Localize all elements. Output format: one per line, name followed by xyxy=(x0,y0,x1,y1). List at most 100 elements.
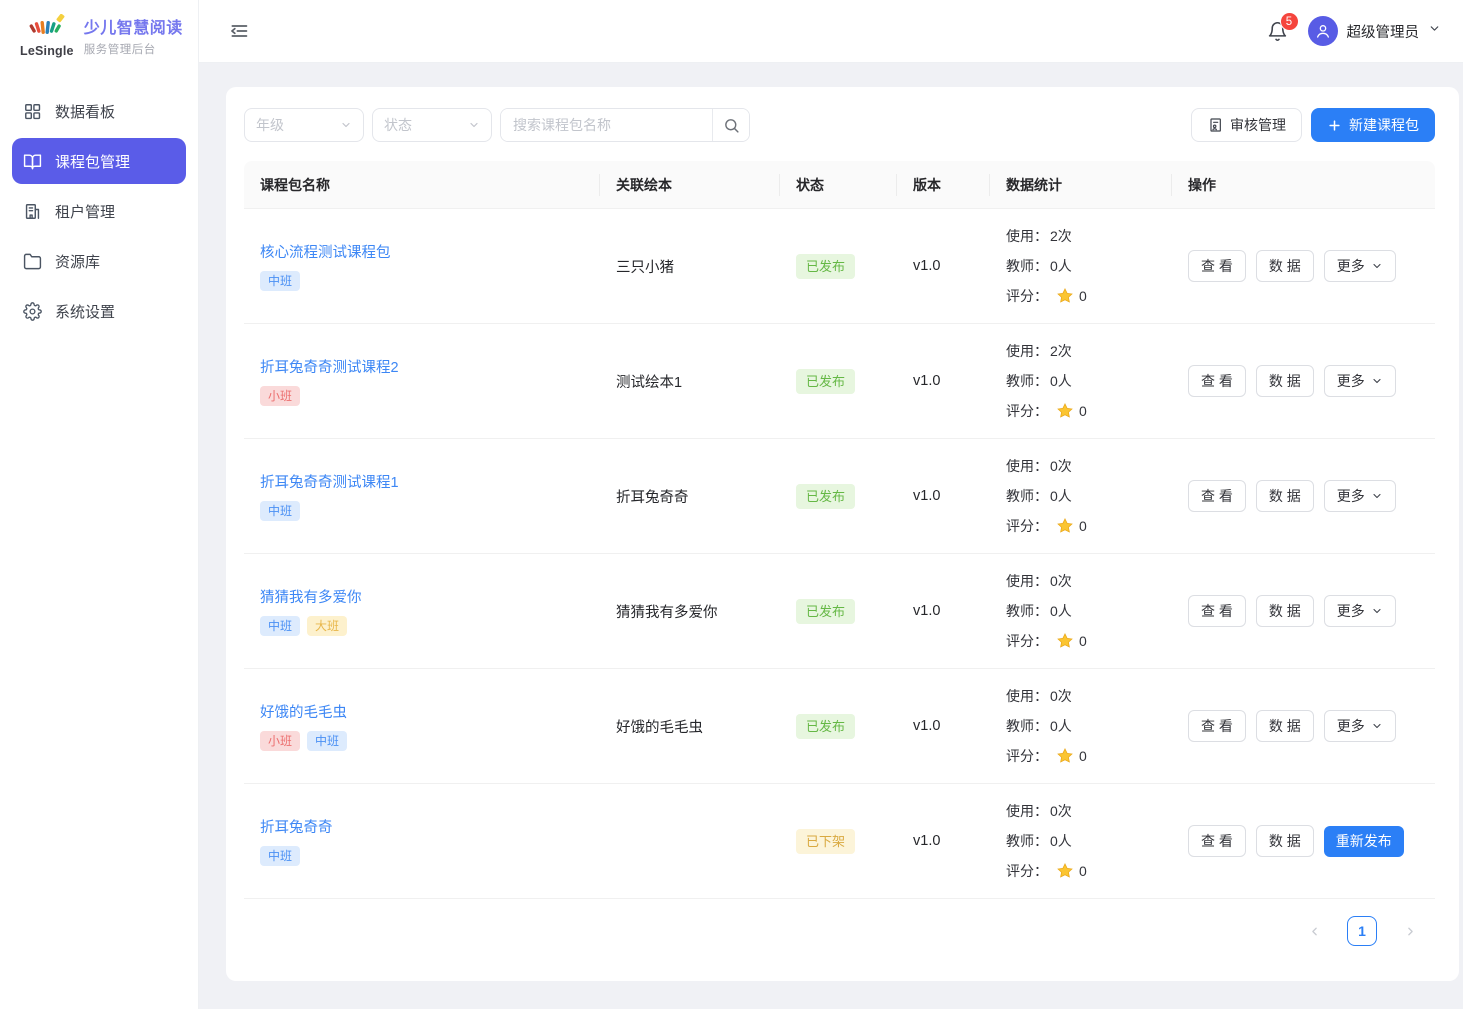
user-menu[interactable]: 超级管理员 xyxy=(1308,16,1442,46)
search-input[interactable] xyxy=(501,109,712,141)
column-header-actions: 操作 xyxy=(1172,161,1435,208)
more-button-label: 更多 xyxy=(1337,371,1365,391)
menu-fold-icon[interactable] xyxy=(225,17,253,45)
data-button[interactable]: 数 据 xyxy=(1256,825,1314,857)
data-button[interactable]: 数 据 xyxy=(1256,710,1314,742)
data-button[interactable]: 数 据 xyxy=(1256,250,1314,282)
actions-cell: 查 看 数 据 更多 xyxy=(1172,365,1435,397)
package-name-link[interactable]: 核心流程测试课程包 xyxy=(260,241,391,262)
column-header-stats: 数据统计 xyxy=(990,161,1172,208)
column-header-status: 状态 xyxy=(780,161,897,208)
usage-value: 2次 xyxy=(1050,337,1072,366)
notification-bell-icon[interactable]: 5 xyxy=(1266,19,1290,43)
chevron-down-icon xyxy=(340,119,352,131)
teacher-value: 0人 xyxy=(1050,367,1072,396)
chevron-down-icon xyxy=(1371,605,1383,617)
data-button[interactable]: 数 据 xyxy=(1256,365,1314,397)
view-button[interactable]: 查 看 xyxy=(1188,710,1246,742)
stats-cell: 使用：2次 教师：0人 评分： 0 xyxy=(990,222,1172,311)
actions-cell: 查 看 数 据 重新发布 xyxy=(1172,825,1435,857)
chevron-down-icon xyxy=(468,119,480,131)
package-name-link[interactable]: 好饿的毛毛虫 xyxy=(260,701,347,722)
status-badge: 已发布 xyxy=(796,254,855,279)
actions-cell: 查 看 数 据 更多 xyxy=(1172,595,1435,627)
package-name-link[interactable]: 折耳兔奇奇 xyxy=(260,816,333,837)
page-number-current[interactable]: 1 xyxy=(1347,916,1377,946)
previous-page-icon[interactable] xyxy=(1301,918,1327,944)
stats-cell: 使用：0次 教师：0人 评分： 0 xyxy=(990,797,1172,886)
table-row: 折耳兔奇奇测试课程2 小班 测试绘本1 已发布 v1.0 使用：2次 教师：0人… xyxy=(244,324,1435,439)
sidebar: LeSingle 少儿智慧阅读 服务管理后台 数据看板 xyxy=(0,0,199,1009)
data-button-label: 数 据 xyxy=(1269,371,1301,391)
data-button[interactable]: 数 据 xyxy=(1256,480,1314,512)
teacher-label: 教师： xyxy=(1006,597,1048,626)
more-button[interactable]: 更多 xyxy=(1324,250,1396,282)
table-row: 折耳兔奇奇 中班 已下架 v1.0 使用：0次 教师：0人 评分： 0 查 看 … xyxy=(244,784,1435,899)
next-page-icon[interactable] xyxy=(1397,918,1423,944)
status-badge: 已发布 xyxy=(796,484,855,509)
gear-icon xyxy=(22,301,42,321)
teacher-label: 教师： xyxy=(1006,252,1048,281)
chevron-down-icon xyxy=(1371,490,1383,502)
brand-logo-text: LeSingle xyxy=(20,45,74,58)
sidebar-item-course-packages[interactable]: 课程包管理 xyxy=(12,138,186,184)
search-button[interactable] xyxy=(712,109,749,141)
review-management-label: 审核管理 xyxy=(1230,115,1286,135)
sidebar-item-settings[interactable]: 系统设置 xyxy=(12,288,186,334)
status-select[interactable]: 状态 xyxy=(372,108,492,142)
table-row: 猜猜我有多爱你 中班大班 猜猜我有多爱你 已发布 v1.0 使用：0次 教师：0… xyxy=(244,554,1435,669)
grade-tags: 中班大班 xyxy=(260,616,347,636)
view-button[interactable]: 查 看 xyxy=(1188,825,1246,857)
version: v1.0 xyxy=(897,258,990,274)
create-package-button[interactable]: 新建课程包 xyxy=(1311,108,1435,142)
book-icon xyxy=(22,151,42,171)
teacher-value: 0人 xyxy=(1050,482,1072,511)
app-window: LeSingle 少儿智慧阅读 服务管理后台 数据看板 xyxy=(0,0,1463,1009)
more-button[interactable]: 更多 xyxy=(1324,480,1396,512)
republish-button[interactable]: 重新发布 xyxy=(1324,826,1404,857)
teacher-value: 0人 xyxy=(1050,252,1072,281)
grade-select[interactable]: 年级 xyxy=(244,108,364,142)
more-button[interactable]: 更多 xyxy=(1324,710,1396,742)
status-badge: 已下架 xyxy=(796,829,855,854)
related-book: 测试绘本1 xyxy=(600,371,780,392)
rating-value: 0 xyxy=(1079,742,1087,771)
grade-tags: 中班 xyxy=(260,501,300,521)
sidebar-item-resources[interactable]: 资源库 xyxy=(12,238,186,284)
view-button-label: 查 看 xyxy=(1201,486,1233,506)
rating-value: 0 xyxy=(1079,857,1087,886)
folder-icon xyxy=(22,251,42,271)
view-button[interactable]: 查 看 xyxy=(1188,595,1246,627)
package-name-link[interactable]: 猜猜我有多爱你 xyxy=(260,586,362,607)
stats-cell: 使用：0次 教师：0人 评分： 0 xyxy=(990,682,1172,771)
rating-label: 评分： xyxy=(1006,397,1048,426)
actions-cell: 查 看 数 据 更多 xyxy=(1172,710,1435,742)
star-icon xyxy=(1056,747,1074,765)
review-management-button[interactable]: 审核管理 xyxy=(1191,108,1302,142)
package-name-link[interactable]: 折耳兔奇奇测试课程2 xyxy=(260,356,399,377)
brand-title: 少儿智慧阅读 xyxy=(84,14,183,38)
grade-tag: 中班 xyxy=(307,731,347,751)
content-area: 年级 状态 xyxy=(199,63,1463,1009)
data-button[interactable]: 数 据 xyxy=(1256,595,1314,627)
usage-value: 0次 xyxy=(1050,452,1072,481)
grade-tags: 中班 xyxy=(260,846,300,866)
filter-bar: 年级 状态 xyxy=(244,108,1435,142)
view-button[interactable]: 查 看 xyxy=(1188,480,1246,512)
rating-value: 0 xyxy=(1079,627,1087,656)
sidebar-item-dashboard[interactable]: 数据看板 xyxy=(12,88,186,134)
column-header-name: 课程包名称 xyxy=(244,161,600,208)
usage-value: 0次 xyxy=(1050,567,1072,596)
more-button[interactable]: 更多 xyxy=(1324,365,1396,397)
data-button-label: 数 据 xyxy=(1269,716,1301,736)
grade-tags: 中班 xyxy=(260,271,300,291)
brand-logo: LeSingle xyxy=(20,14,74,58)
more-button[interactable]: 更多 xyxy=(1324,595,1396,627)
more-button-label: 更多 xyxy=(1337,256,1365,276)
sidebar-item-tenants[interactable]: 租户管理 xyxy=(12,188,186,234)
view-button[interactable]: 查 看 xyxy=(1188,365,1246,397)
package-name-link[interactable]: 折耳兔奇奇测试课程1 xyxy=(260,471,399,492)
rating-value: 0 xyxy=(1079,397,1087,426)
status-badge: 已发布 xyxy=(796,599,855,624)
view-button[interactable]: 查 看 xyxy=(1188,250,1246,282)
